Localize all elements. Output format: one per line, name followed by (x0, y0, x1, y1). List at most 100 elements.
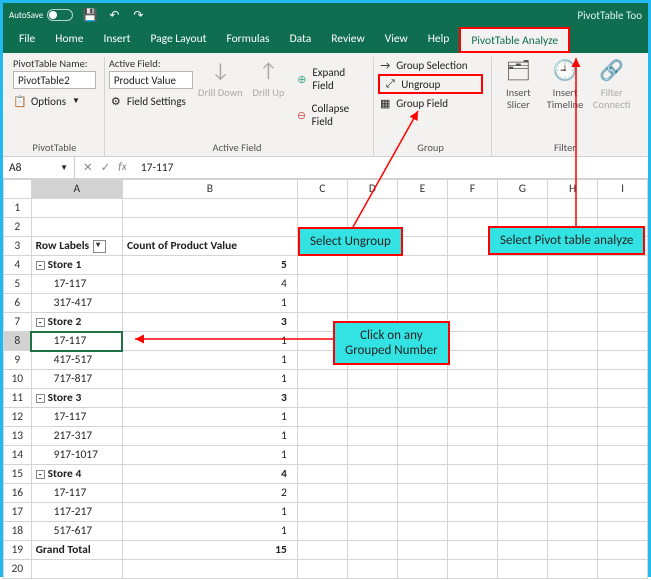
cell[interactable] (297, 427, 347, 446)
cell[interactable] (598, 541, 648, 560)
cell[interactable] (547, 256, 597, 275)
cell[interactable] (297, 560, 347, 579)
cell[interactable] (397, 408, 447, 427)
cell[interactable]: -Store 2 (31, 313, 122, 332)
cell[interactable] (447, 427, 497, 446)
cell[interactable]: -Store 3 (31, 389, 122, 408)
cell[interactable] (447, 370, 497, 389)
cell[interactable] (547, 313, 597, 332)
save-icon[interactable]: 💾 (83, 8, 97, 22)
cell[interactable] (447, 199, 497, 218)
col-header-D[interactable]: D (347, 180, 397, 199)
name-box[interactable]: A8 ▼ (3, 157, 75, 178)
col-header-E[interactable]: E (397, 180, 447, 199)
cell[interactable] (397, 237, 447, 256)
tab-file[interactable]: File (9, 27, 45, 53)
cell[interactable] (598, 446, 648, 465)
options-button[interactable]: 📋 Options ▼ (13, 93, 96, 109)
cell[interactable] (297, 446, 347, 465)
cell[interactable] (598, 294, 648, 313)
row-header[interactable]: 19 (4, 541, 32, 560)
col-header-H[interactable]: H (547, 180, 597, 199)
cell[interactable] (397, 389, 447, 408)
insert-timeline-button[interactable]: 🕘 Insert Timeline (543, 57, 588, 110)
cell[interactable]: 5 (122, 256, 297, 275)
collapse-toggle-icon[interactable]: - (36, 318, 45, 327)
cell[interactable]: -Store 4 (31, 465, 122, 484)
cell[interactable] (547, 408, 597, 427)
cell[interactable] (347, 294, 397, 313)
row-header[interactable]: 16 (4, 484, 32, 503)
cell[interactable] (397, 503, 447, 522)
tab-page-layout[interactable]: Page Layout (140, 27, 216, 53)
cell[interactable] (497, 446, 547, 465)
cell[interactable] (447, 541, 497, 560)
cell[interactable] (598, 503, 648, 522)
cell[interactable] (547, 427, 597, 446)
row-header[interactable]: 6 (4, 294, 32, 313)
cell[interactable] (547, 389, 597, 408)
cell[interactable] (297, 465, 347, 484)
cell[interactable] (447, 503, 497, 522)
cell[interactable] (347, 465, 397, 484)
cell[interactable]: 17-117 (31, 275, 122, 294)
cell[interactable]: 117-217 (31, 503, 122, 522)
cell[interactable]: 217-317 (31, 427, 122, 446)
cell[interactable]: 1 (122, 332, 297, 351)
row-header[interactable]: 8 (4, 332, 32, 351)
tab-view[interactable]: View (375, 27, 418, 53)
cell[interactable] (297, 522, 347, 541)
cell[interactable] (397, 465, 447, 484)
col-header-A[interactable]: A (31, 180, 122, 199)
cell[interactable]: 1 (122, 522, 297, 541)
cell[interactable] (447, 275, 497, 294)
cell[interactable] (598, 313, 648, 332)
cell[interactable] (497, 465, 547, 484)
formula-input[interactable]: 17-117 (135, 161, 180, 175)
cell[interactable] (497, 294, 547, 313)
cell[interactable]: Row Labels (31, 237, 122, 256)
cell[interactable] (397, 522, 447, 541)
cell[interactable] (447, 294, 497, 313)
tab-formulas[interactable]: Formulas (216, 27, 279, 53)
row-header[interactable]: 20 (4, 560, 32, 579)
cell[interactable]: 317-417 (31, 294, 122, 313)
cell[interactable]: 1 (122, 294, 297, 313)
cell[interactable]: 3 (122, 389, 297, 408)
confirm-icon[interactable]: ✓ (101, 160, 111, 175)
cell[interactable] (397, 256, 447, 275)
cell[interactable] (547, 522, 597, 541)
group-field-button[interactable]: ▦ Group Field (378, 95, 483, 111)
cell[interactable] (598, 256, 648, 275)
cell[interactable]: Grand Total (31, 541, 122, 560)
cell[interactable]: 1 (122, 503, 297, 522)
cell[interactable] (397, 484, 447, 503)
col-header-G[interactable]: G (497, 180, 547, 199)
cell[interactable] (547, 332, 597, 351)
cell[interactable] (598, 275, 648, 294)
cell[interactable] (598, 427, 648, 446)
cell[interactable] (447, 408, 497, 427)
cell[interactable] (447, 465, 497, 484)
row-header[interactable]: 1 (4, 199, 32, 218)
insert-slicer-button[interactable]: 🗂 Insert Slicer (496, 57, 541, 110)
cell[interactable] (31, 218, 122, 237)
cell[interactable]: 717-817 (31, 370, 122, 389)
row-header[interactable]: 5 (4, 275, 32, 294)
tab-home[interactable]: Home (45, 27, 93, 53)
cell[interactable] (347, 389, 397, 408)
cell[interactable] (547, 275, 597, 294)
cell[interactable] (497, 370, 547, 389)
cell[interactable] (497, 503, 547, 522)
collapse-toggle-icon[interactable]: - (36, 394, 45, 403)
cell[interactable]: 917-1017 (31, 446, 122, 465)
cell[interactable] (122, 560, 297, 579)
row-header[interactable]: 18 (4, 522, 32, 541)
cell[interactable]: 1 (122, 351, 297, 370)
cell[interactable] (122, 199, 297, 218)
cell[interactable] (347, 427, 397, 446)
cell[interactable] (547, 484, 597, 503)
autosave-toggle[interactable]: AutoSave (9, 9, 73, 21)
cell[interactable] (347, 275, 397, 294)
cell[interactable]: 2 (122, 484, 297, 503)
